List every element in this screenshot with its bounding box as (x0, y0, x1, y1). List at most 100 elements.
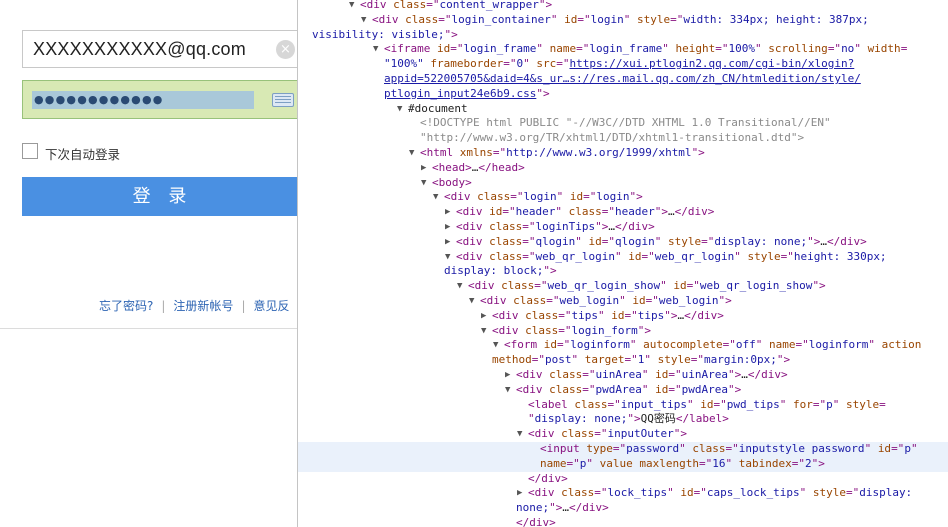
dom-node-line[interactable]: ▼ <div class="login" id="login"> (298, 190, 948, 205)
dom-node-line[interactable]: ▶ <div class="qlogin" id="qlogin" style="… (298, 235, 948, 250)
dom-token: name (549, 42, 577, 56)
expand-arrow-icon[interactable]: ▶ (445, 235, 450, 250)
dom-node-line[interactable]: ▼ <html xmlns="http://www.w3.org/1999/xht… (298, 146, 948, 161)
login-button[interactable]: 登 录 (22, 177, 297, 216)
dom-node-line[interactable]: ▼ <div class="login_container" id="login"… (298, 13, 948, 28)
dom-node-line[interactable]: ▶ <div class="tips" id="tips">…</div> (298, 309, 948, 324)
dom-node-line[interactable]: ▼ <body> (298, 176, 948, 191)
dom-node-line[interactable]: appid=522005705&daid=4&s_ur…s://res.mail… (298, 72, 948, 87)
dom-token: web_qr_login (654, 249, 735, 263)
dom-node-line[interactable]: </div> (298, 472, 948, 487)
clear-icon[interactable]: × (276, 40, 295, 59)
dom-token: =" (534, 279, 548, 293)
dom-token: id (611, 308, 625, 322)
dom-node-line[interactable]: ▼ <div class="pwdArea" id="pwdArea"> (298, 383, 948, 398)
dom-token: … (562, 501, 569, 515)
collapse-arrow-icon[interactable]: ▼ (373, 42, 378, 57)
dom-token: web_login (559, 293, 620, 307)
dom-token: class (393, 0, 427, 11)
dom-node-line[interactable]: ▶ <div id="header" class="header">…</div> (298, 205, 948, 220)
dom-node-line[interactable]: <!DOCTYPE html PUBLIC "-//W3C//DTD XHTML… (298, 116, 948, 131)
expand-arrow-icon[interactable]: ▶ (517, 486, 522, 501)
collapse-arrow-icon[interactable]: ▼ (421, 176, 426, 191)
dom-node-line[interactable]: ▶ <div class="loginTips">…</div> (298, 220, 948, 235)
dom-token: =" (701, 234, 715, 248)
collapse-arrow-icon[interactable]: ▼ (481, 324, 486, 339)
expand-arrow-icon[interactable]: ▶ (445, 205, 450, 220)
collapse-arrow-icon[interactable]: ▼ (349, 0, 354, 13)
dom-token: "100%" (384, 57, 424, 71)
dom-token: height: 330px; (793, 249, 887, 263)
dom-token: … (668, 205, 675, 219)
collapse-arrow-icon[interactable]: ▼ (517, 427, 522, 442)
register-link[interactable]: 注册新帐号 (173, 299, 233, 313)
dom-node-line[interactable]: ▼ <div class="web_login" id="web_login"> (298, 294, 948, 309)
dom-token: caps_lock_tips (706, 486, 800, 500)
dom-token: <div (516, 382, 550, 396)
dom-node-line[interactable]: "http://www.w3.org/TR/xhtml1/DTD/xhtml1-… (298, 131, 948, 146)
dom-node-line[interactable]: ▼ <form id="loginform" autocomplete="off"… (298, 338, 948, 353)
dom-token: maxlength (639, 456, 699, 470)
expand-arrow-icon[interactable]: ▶ (421, 161, 426, 176)
dom-node-line[interactable]: <input type="password" class="inputstyle… (298, 441, 948, 457)
auto-login-checkbox[interactable] (22, 143, 38, 159)
forgot-password-link[interactable]: 忘了密码? (99, 299, 153, 313)
keyboard-icon[interactable] (272, 93, 294, 107)
collapse-arrow-icon[interactable]: ▼ (397, 102, 402, 117)
dom-node-line[interactable]: </div> (298, 516, 948, 527)
dom-token: =" (582, 367, 596, 381)
dom-node-line[interactable]: ▶ <div class="uinArea" id="uinArea">…</di… (298, 368, 948, 383)
dom-node-line[interactable]: visibility: visible;"> (298, 28, 948, 43)
collapse-arrow-icon[interactable]: ▼ (457, 279, 462, 294)
dom-token: " (556, 190, 570, 204)
collapse-arrow-icon[interactable]: ▼ (433, 190, 438, 205)
dom-token: " (614, 249, 629, 263)
account-input[interactable]: XXXXXXXXXXX@qq.com × (22, 30, 297, 68)
resource-link[interactable]: ptlogin_input24e6b9.css (384, 87, 536, 100)
expand-arrow-icon[interactable]: ▶ (505, 368, 510, 383)
dom-token: =" (594, 486, 608, 500)
dom-node-line[interactable]: name="p" value maxlength="16" tabindex="… (298, 456, 948, 472)
dom-node-line[interactable]: <label class="input_tips" id="pwd_tips" … (298, 398, 948, 413)
expand-arrow-icon[interactable]: ▶ (445, 220, 450, 235)
dom-node-line[interactable]: ▼ <div class="content_wrapper"> (298, 0, 948, 13)
dom-node-line[interactable]: ▼ <iframe id="login_frame" name="login_fr… (298, 42, 948, 57)
dom-token: =" (693, 486, 707, 500)
resource-link[interactable]: appid=522005705&daid=4&s_ur…s://res.mail… (384, 72, 861, 85)
dom-token: " (629, 338, 644, 352)
dom-node-line[interactable]: ▶ <head>…</head> (298, 161, 948, 176)
dom-token: "> (654, 205, 668, 219)
collapse-arrow-icon[interactable]: ▼ (469, 294, 474, 309)
dom-token: " (641, 382, 656, 396)
dom-token: class (477, 190, 511, 204)
feedback-link[interactable]: 意见反 (253, 299, 289, 313)
expand-arrow-icon[interactable]: ▶ (481, 309, 486, 324)
collapse-arrow-icon[interactable]: ▼ (493, 338, 498, 353)
dom-node-line[interactable]: none;">…</div> (298, 501, 948, 516)
collapse-arrow-icon[interactable]: ▼ (445, 250, 450, 265)
dom-node-line[interactable]: ▼ #document (298, 102, 948, 117)
dom-node-line[interactable]: ▼ <div class="web_qr_login_show" id="web_… (298, 279, 948, 294)
dom-node-line[interactable]: method="post" target="1" style="margin:0… (298, 353, 948, 368)
dom-token: #document (408, 101, 468, 115)
dom-node-line[interactable]: "100%" frameborder="0" src="https://xui.… (298, 57, 948, 72)
dom-node-line[interactable]: ▼ <div class="login_form"> (298, 324, 948, 339)
dom-token: loginform (808, 338, 869, 352)
dom-token: "> (629, 190, 643, 204)
resource-link[interactable]: https://xui.ptlogin2.qq.com/cgi-bin/xlog… (569, 57, 854, 70)
password-input[interactable]: ●●●●●●●●●●●● (22, 80, 297, 119)
dom-node-line[interactable]: "display: none;">QQ密码</label> (298, 412, 948, 427)
dom-token: width: 334px; height: 387px; (683, 12, 869, 26)
collapse-arrow-icon[interactable]: ▼ (361, 13, 366, 28)
dom-node-line[interactable]: ▶ <div class="lock_tips" id="caps_lock_ti… (298, 486, 948, 501)
dom-token: =" (891, 441, 905, 455)
dom-token: scrolling (768, 42, 828, 56)
dom-node-line[interactable]: ptlogin_input24e6b9.css"> (298, 87, 948, 102)
dom-node-line[interactable]: ▼ <div class="inputOuter"> (298, 427, 948, 442)
dom-token: 16 (712, 456, 726, 470)
collapse-arrow-icon[interactable]: ▼ (505, 383, 510, 398)
dom-node-line[interactable]: ▼ <div class="web_qr_login" id="web_qr_lo… (298, 250, 948, 265)
dom-node-line[interactable]: display: block;"> (298, 264, 948, 279)
dom-token: =" (624, 308, 638, 322)
collapse-arrow-icon[interactable]: ▼ (409, 146, 414, 161)
